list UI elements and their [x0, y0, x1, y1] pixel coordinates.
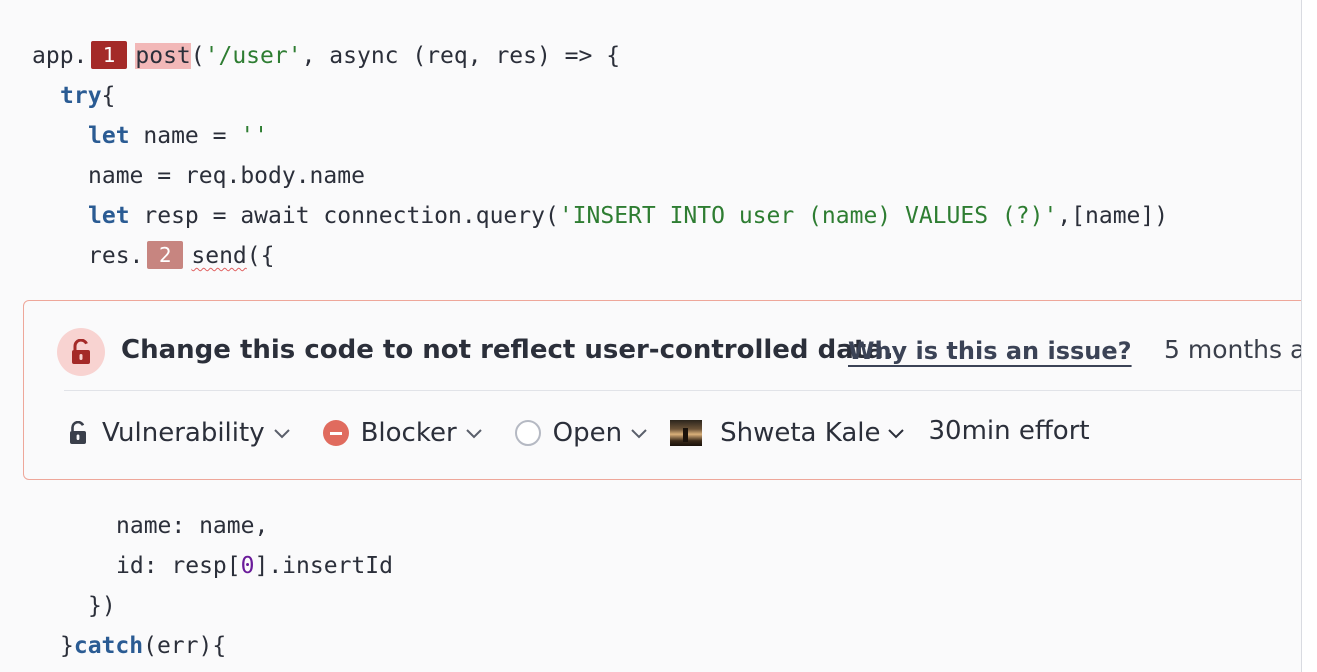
- issue-marker-2[interactable]: 2: [147, 240, 184, 269]
- code-keyword: catch: [73, 633, 144, 659]
- divider: [64, 390, 1301, 391]
- code-text: {: [101, 83, 116, 109]
- code-text: resp = await connection.query(: [129, 203, 559, 229]
- severity-label: Blocker: [360, 418, 457, 448]
- code-text: ({: [246, 243, 275, 269]
- code-line-6: res. 2 send({: [88, 239, 274, 273]
- code-text: name =: [129, 123, 241, 149]
- code-text: name: name,: [116, 513, 269, 539]
- chevron-down-icon: [273, 427, 291, 439]
- effort-label: 30min effort: [929, 416, 1090, 446]
- code-text: name = req.body.name: [88, 163, 365, 189]
- effort-text: 30min effort: [928, 416, 1090, 446]
- code-string: 'INSERT INTO user (name) VALUES (?)': [558, 203, 1058, 229]
- code-keyword: let: [88, 123, 130, 149]
- highlighted-token[interactable]: post: [135, 43, 191, 69]
- status-dropdown[interactable]: Open: [514, 418, 648, 448]
- code-text: id: resp[: [116, 553, 241, 579]
- assignee-dropdown[interactable]: Shweta Kale: [670, 418, 904, 448]
- lock-icon: [68, 421, 88, 445]
- open-status-icon: [514, 420, 541, 446]
- code-line-1: app. 1 post('/user', async (req, res) => {: [32, 39, 620, 73]
- code-text: ].insertId: [254, 553, 393, 579]
- issue-panel: Change this code to not reflect user-con…: [23, 300, 1301, 480]
- code-text: ,[name]): [1057, 203, 1169, 229]
- severity-dropdown[interactable]: Blocker: [322, 418, 483, 448]
- lock-icon: [57, 328, 105, 376]
- user-avatar: [670, 420, 703, 446]
- assignee-name: Shweta Kale: [720, 418, 881, 448]
- code-line-7: name: name,: [116, 509, 268, 543]
- chevron-down-icon: [465, 427, 483, 439]
- code-text: }: [60, 633, 74, 659]
- issue-title: Change this code to not reflect user-con…: [121, 335, 894, 365]
- code-string: '': [240, 123, 269, 149]
- flagged-token[interactable]: send: [191, 243, 246, 269]
- issue-marker-1[interactable]: 1: [91, 40, 128, 69]
- chevron-down-icon: [630, 427, 648, 439]
- code-line-3: let name = '': [88, 119, 268, 153]
- status-label: Open: [552, 418, 623, 448]
- code-text: app.: [32, 43, 88, 69]
- code-line-9: }): [88, 589, 116, 623]
- code-keyword: let: [88, 203, 130, 229]
- issue-type-label: Vulnerability: [102, 418, 265, 448]
- code-number: 0: [240, 553, 255, 579]
- code-keyword: try: [60, 83, 102, 109]
- blocker-icon: [322, 420, 349, 446]
- issue-meta-row: Vulnerability Blocker Open Shweta Kale 3…: [68, 413, 1090, 453]
- code-text: res.: [88, 243, 144, 269]
- code-text: (err){: [143, 633, 227, 659]
- issue-age: 5 months ago: [1164, 335, 1301, 364]
- code-viewer: app. 1 post('/user', async (req, res) => {…: [0, 0, 1302, 672]
- issue-type-dropdown[interactable]: Vulnerability: [68, 418, 291, 448]
- chevron-down-icon: [887, 427, 905, 439]
- code-text: }): [88, 593, 116, 619]
- code-line-10: }catch(err){: [60, 629, 226, 663]
- code-line-8: id: resp[0].insertId: [116, 549, 393, 583]
- code-text: (: [190, 43, 205, 69]
- code-line-2: try{: [60, 79, 115, 113]
- code-text: , async (req, res) => {: [301, 43, 621, 69]
- code-line-5: let resp = await connection.query('INSER…: [88, 199, 1168, 233]
- code-string: '/user': [204, 43, 302, 69]
- why-is-this-an-issue-link[interactable]: Why is this an issue?: [848, 337, 1132, 365]
- code-line-4: name = req.body.name: [88, 159, 365, 193]
